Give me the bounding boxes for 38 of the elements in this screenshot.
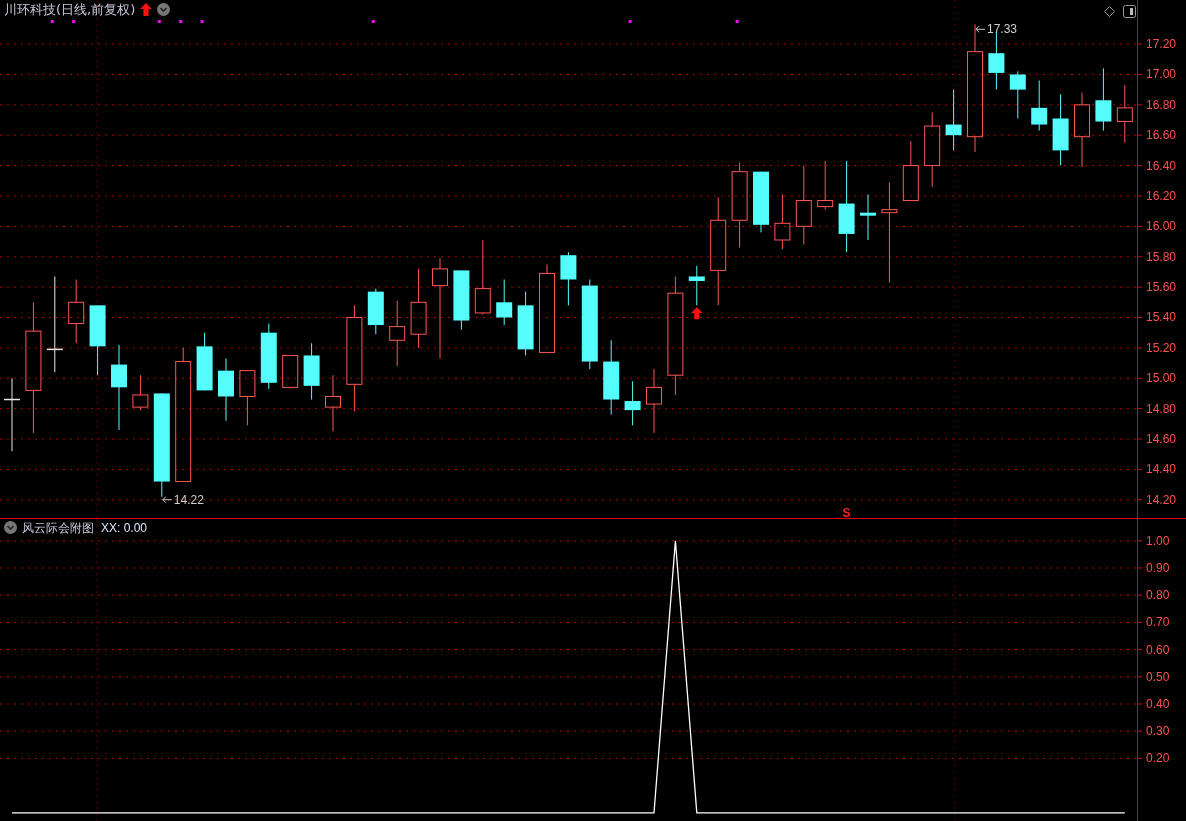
axis-label: 14.60 [1146, 432, 1177, 446]
axis-label: 14.40 [1146, 462, 1177, 477]
axis-label: 0.80 [1146, 588, 1170, 603]
axis-label: 15.00 [1146, 371, 1177, 386]
axis-label: 15.80 [1146, 249, 1177, 264]
signal-mark: S [842, 506, 851, 518]
axis-label: 0.50 [1146, 669, 1170, 684]
leader-line [162, 496, 173, 504]
axis-label: 0.30 [1146, 724, 1170, 739]
diamond-icon[interactable] [1104, 6, 1115, 17]
axis-label: 16.80 [1146, 97, 1177, 112]
arrow-up-icon [140, 3, 153, 16]
panel-toggle-icon[interactable] [1123, 5, 1136, 18]
axis-label: 17.00 [1146, 67, 1177, 82]
axis-label: 14.80 [1146, 401, 1177, 416]
chart-title: 川环科技(日线,前复权) [4, 3, 136, 16]
axis-label: 0.20 [1146, 751, 1170, 766]
axis-label: 15.40 [1146, 310, 1177, 325]
axis-label: 16.40 [1146, 158, 1177, 173]
axis-label: 16.00 [1146, 219, 1177, 234]
axis-label: 15.60 [1146, 280, 1177, 295]
axis-label: 0.70 [1146, 615, 1170, 630]
leader-line [975, 25, 986, 33]
indicator-name: 风云际会附图 [22, 521, 94, 534]
axis-label: 16.20 [1146, 188, 1177, 203]
axis-label: 0.40 [1146, 697, 1170, 711]
axis-label: 15.20 [1146, 340, 1177, 355]
dropdown-icon[interactable] [157, 3, 171, 16]
axis-label: 17.20 [1146, 37, 1177, 52]
axis-label: 1.00 [1146, 533, 1170, 548]
axis-label: 14.20 [1146, 492, 1177, 507]
price-label: 14.22 [173, 492, 204, 507]
axis-label: 0.60 [1146, 642, 1170, 657]
dropdown-icon[interactable] [4, 521, 17, 534]
axis-label: 0.90 [1146, 560, 1170, 575]
price-label: 17.33 [987, 22, 1018, 37]
indicator-reading: XX: 0.00 [101, 521, 148, 534]
axis-label: 16.60 [1146, 128, 1177, 143]
